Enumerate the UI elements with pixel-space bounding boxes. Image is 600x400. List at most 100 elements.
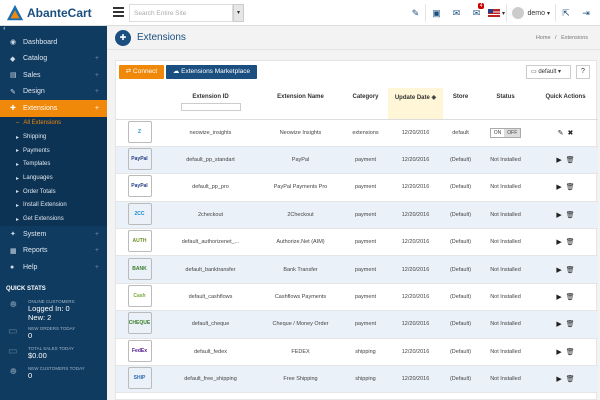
category-cell: shipping (343, 338, 388, 367)
status-cell: Not Installed (478, 338, 533, 367)
trash-icon[interactable]: 🗑 (566, 267, 575, 274)
logo-cell: Cash (116, 283, 163, 312)
install-icon[interactable]: ▶ (556, 184, 561, 191)
status-cell[interactable]: ON OFF (478, 119, 533, 147)
table-row[interactable]: Zneowize_insights Neowize Insights extensi… (116, 119, 598, 147)
avatar (512, 7, 525, 19)
puzzle-icon: ✚ (115, 29, 131, 46)
update-date-cell: 12/20/2016 (388, 201, 443, 230)
quick-stat-sales: ▭ TOTAL SALES TODAY $0.00 (8, 345, 74, 360)
submenu-item-install-extension[interactable]: ▸ Install Extension (0, 199, 107, 213)
submenu-item-templates[interactable]: ▸ Templates (0, 158, 107, 172)
table-row[interactable]: PayPal PRO default_pp_proPayPal Payments … (116, 173, 598, 202)
table-row[interactable]: CHEQUE default_cheque Cheque / Money Order… (116, 310, 598, 339)
logo-icon (6, 4, 24, 21)
logo-cell: PayPal (116, 146, 163, 175)
submenu-item-languages[interactable]: ▸ Languages (0, 171, 107, 185)
comments-icon[interactable]: ✉ (446, 0, 466, 26)
update-date-cell: 12/20/2016 (388, 119, 443, 147)
extension-name-cell: Free Shipping (258, 365, 343, 394)
category-cell: payment (343, 201, 388, 230)
connect-button[interactable]: ⇄ Connect (119, 65, 164, 79)
logo-cell: FedEx (116, 338, 163, 367)
table-row[interactable]: BANK default_banktransfer Bank Transfer pay… (116, 255, 598, 284)
trash-icon[interactable]: 🗑 (566, 321, 575, 328)
status-toggle[interactable]: ON OFF (489, 127, 522, 138)
install-icon[interactable]: ▶ (556, 376, 561, 383)
search-input[interactable]: Search Entire Site (129, 4, 233, 22)
header-store[interactable]: Store (443, 88, 478, 120)
submenu-item-all-extensions[interactable]: – All Extensions (0, 117, 107, 131)
submenu-item-payments[interactable]: ▸ Payments (0, 144, 107, 158)
edit-icon[interactable]: ✎ (558, 130, 564, 137)
sidebar-item-design[interactable]: ✎ Design + (0, 84, 107, 101)
trash-icon[interactable]: 🗑 (566, 376, 575, 383)
update-date-cell: 12/20/2016 (388, 338, 443, 367)
status-cell: Not Installed (478, 310, 533, 339)
extension-name-cell: Bank Transfer (258, 255, 343, 284)
logo-cell: CHEQUE (116, 310, 163, 339)
trash-icon[interactable]: 🗑 (566, 184, 575, 191)
delete-icon[interactable]: ✖ (568, 130, 574, 137)
logo[interactable]: AbanteCart (0, 0, 107, 26)
sidebar-item-extensions[interactable]: ✚ Extensions + (0, 100, 107, 117)
extension-id-filter-input[interactable] (180, 103, 241, 111)
header-update-date[interactable]: Update Date ◈ (388, 88, 443, 120)
messages-icon[interactable]: ✉ 4 (466, 0, 486, 26)
install-icon[interactable]: ▶ (556, 349, 561, 356)
install-icon[interactable]: ▶ (556, 239, 561, 246)
sidebar-item-dashboard[interactable]: ◉ Dashboard (0, 34, 107, 51)
extensions-panel: ⇄ Connect ☁ Extensions Marketplace ▭ def… (115, 60, 598, 400)
page-header: ✚ Extensions (107, 26, 600, 50)
quick-actions-cell: ▶ 🗑 (533, 283, 598, 312)
search-dropdown-button[interactable]: ▾ (233, 4, 244, 22)
sidebar-item-system[interactable]: ✦ System + (0, 226, 107, 243)
extension-logo: 2CC (127, 202, 152, 225)
sidebar-item-help[interactable]: ● Help + (0, 259, 107, 276)
table-row[interactable]: AUTH default_authorizenet_... Authorize.Ne… (116, 228, 598, 257)
sidebar-item-catalog[interactable]: ◆ Catalog + (0, 51, 107, 68)
table-row[interactable]: Cash default_cashflows Cashflows Payments p… (116, 283, 598, 312)
marker-icon[interactable]: ✎ (405, 0, 425, 26)
breadcrumb-home[interactable]: Home (536, 35, 551, 41)
submenu-item-get-extensions[interactable]: ▸ Get Extensions (0, 212, 107, 226)
top-bar: AbanteCart Search Entire Site ▾ ✎ ▣ ✉ ✉ 4… (0, 0, 600, 26)
sidebar-item-reports[interactable]: ▦ Reports + (0, 243, 107, 260)
install-icon[interactable]: ▶ (556, 157, 561, 164)
install-icon[interactable]: ▶ (556, 267, 561, 274)
extension-logo: SHIP (127, 367, 152, 390)
submenu-item-order-totals[interactable]: ▸ Order Totals (0, 185, 107, 199)
store-select[interactable]: ▭ default ▾ (526, 65, 571, 79)
logo-cell: Z (116, 119, 163, 147)
logout-icon[interactable]: ⇥ (576, 0, 596, 26)
install-icon[interactable]: ▶ (556, 294, 561, 301)
sidebar-item-sales[interactable]: ▤ Sales + (0, 67, 107, 84)
table-row[interactable]: PayPal default_pp_standart PayPal payment 12… (116, 146, 598, 175)
trash-icon[interactable]: 🗑 (566, 294, 575, 301)
header-category[interactable]: Category (343, 88, 388, 120)
user-menu[interactable]: demo ▾ (507, 7, 555, 19)
submenu-item-shipping[interactable]: ▸ Shipping (0, 130, 107, 144)
table-row[interactable]: 2CC 2checkout 2Checkout payment 12/20/2016 (D… (116, 201, 598, 230)
sidebar-toggle-icon[interactable]: ◐ (0, 26, 107, 34)
extensions-marketplace-button[interactable]: ☁ Extensions Marketplace (166, 65, 257, 79)
trash-icon[interactable]: 🗑 (566, 212, 575, 219)
image-icon[interactable]: ▣ (426, 0, 446, 26)
language-flag-icon[interactable]: ▾ (486, 0, 506, 26)
quick-stat-orders: ▭ NEW ORDERS TODAY 0 (8, 325, 76, 340)
header-status[interactable]: Status (478, 88, 533, 120)
table-row[interactable]: SHIP default_free_shipping Free Shipping sh… (116, 365, 598, 394)
quick-actions-cell: ▶ 🗑 (533, 201, 598, 230)
table-row[interactable]: FedEx default_fedex FEDEX shipping 12/20/201… (116, 338, 598, 367)
trash-icon[interactable]: 🗑 (566, 239, 575, 246)
install-icon[interactable]: ▶ (556, 212, 561, 219)
update-date-cell: 12/20/2016 (388, 283, 443, 312)
install-icon[interactable]: ▶ (556, 321, 561, 328)
external-link-icon[interactable]: ⇱ (556, 0, 576, 26)
menu-toggle-icon[interactable] (113, 7, 124, 17)
trash-icon[interactable]: 🗑 (566, 349, 575, 356)
header-extension-name[interactable]: Extension Name (258, 88, 343, 120)
help-button[interactable]: ? (576, 65, 590, 79)
header-extension-id[interactable]: Extension ID (163, 88, 258, 120)
trash-icon[interactable]: 🗑 (566, 157, 575, 164)
